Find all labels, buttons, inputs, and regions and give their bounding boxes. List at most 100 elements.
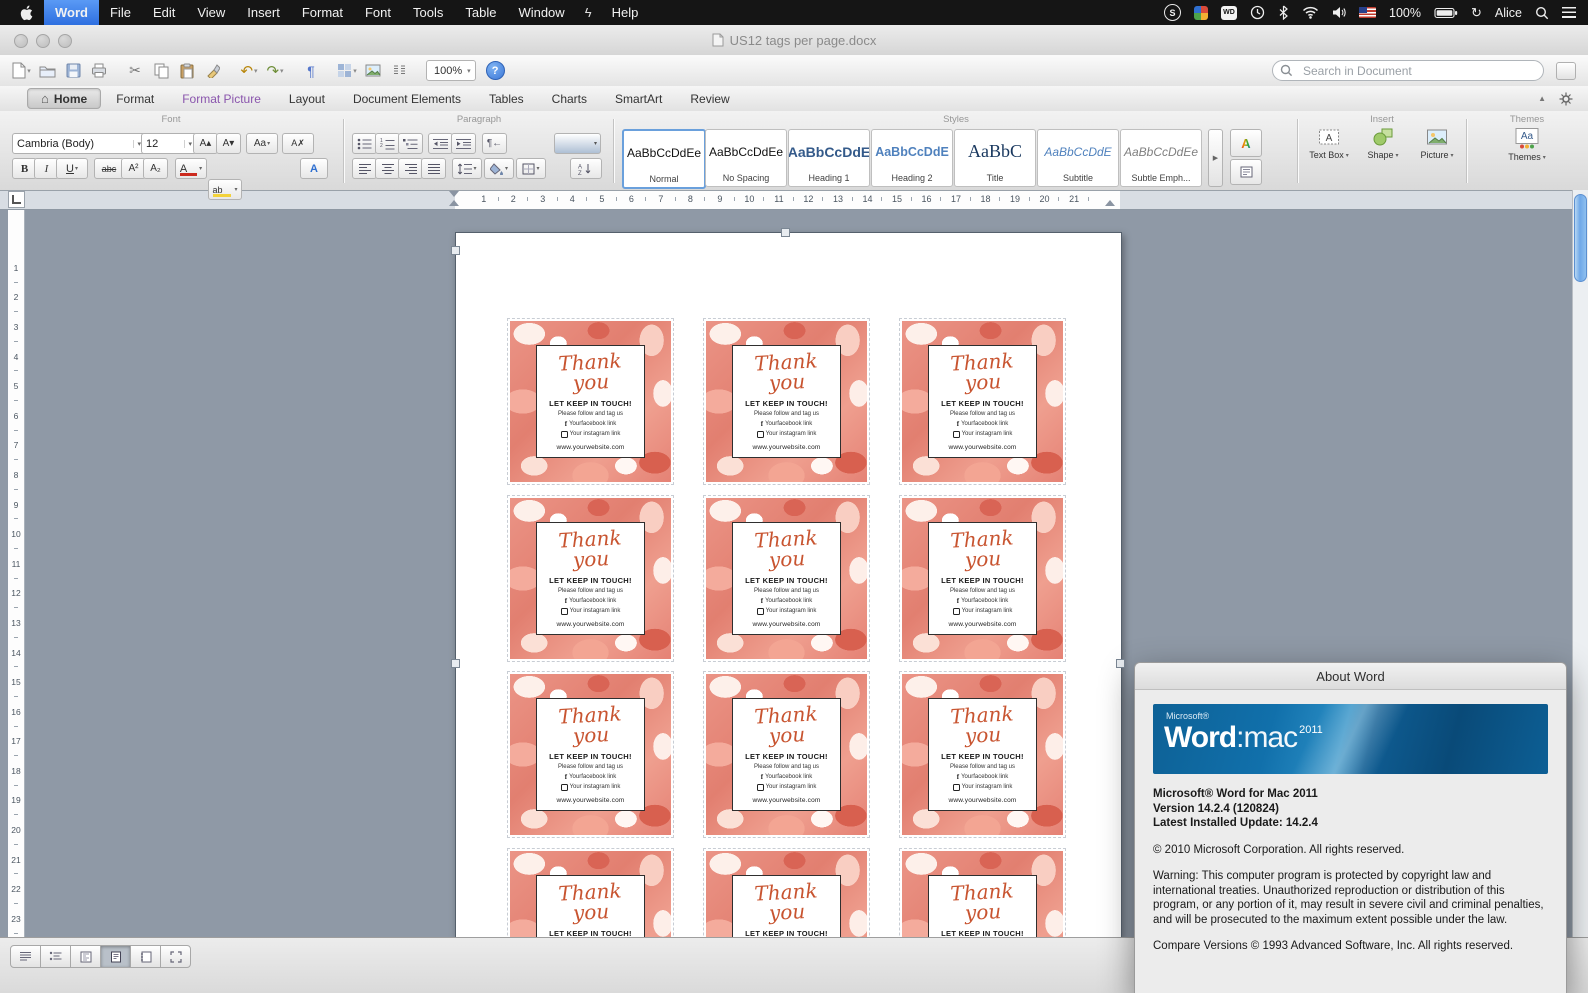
draft-view-button[interactable] [10,945,41,968]
s-app-menu-icon[interactable]: S [1164,4,1182,21]
decrease-indent-button[interactable] [428,133,453,154]
battery-icon[interactable] [1434,7,1458,19]
first-line-indent-marker[interactable] [449,191,459,197]
copy-button[interactable] [149,59,173,83]
bluetooth-menu-icon[interactable] [1278,5,1289,20]
resize-handle-top-left[interactable] [451,246,460,255]
font-color-button[interactable]: ▾ [175,158,207,179]
new-document-button[interactable]: ▾ [9,59,33,83]
wd-app-menu-icon[interactable]: WD [1221,5,1238,20]
style-no-spacing[interactable]: AaBbCcDdEe No Spacing [705,129,787,187]
outline-view-button[interactable] [40,945,71,968]
menu-item-help[interactable]: Help [601,5,650,20]
redo-button[interactable]: ↷ ▾ [263,59,287,83]
zoom-select[interactable]: 100% ▾ [426,60,476,81]
numbering-button[interactable]: 12 [375,133,400,154]
right-indent-marker[interactable] [1105,200,1115,206]
collapse-ribbon-button[interactable]: ▲ [1538,94,1546,103]
open-button[interactable] [35,59,59,83]
document-page[interactable]: Thank you LET KEEP IN TOUCH! Please foll… [455,232,1122,938]
change-case-button[interactable]: ▾ [246,133,278,154]
help-button[interactable]: ? [485,61,505,80]
align-center-button[interactable] [375,158,400,179]
insert-text-box-button[interactable]: A Text Box ▾ [1304,127,1354,185]
scrollbar-thumb[interactable] [1574,194,1587,282]
shading-button[interactable]: ▾ [484,158,514,179]
menu-item[interactable]: View [186,0,236,25]
print-layout-view-button[interactable] [100,945,131,968]
menu-item[interactable]: File [99,0,142,25]
ribbon-tab[interactable]: Format Picture [169,90,274,108]
strikethrough-button[interactable] [94,158,124,179]
subscript-button[interactable] [143,158,168,179]
apple-menu[interactable] [14,5,40,21]
style-subtitle[interactable]: AaBbCcDdE Subtitle [1037,129,1119,187]
user-menu[interactable]: Alice [1495,6,1522,20]
ribbon-tab[interactable]: Review [677,90,742,108]
paste-button[interactable] [175,59,199,83]
style-heading-2[interactable]: AaBbCcDdE Heading 2 [871,129,953,187]
underline-button[interactable]: ▾ [56,158,88,179]
focus-view-button[interactable] [160,945,191,968]
justify-button[interactable] [421,158,446,179]
color-app-menu-icon[interactable] [1194,5,1209,20]
cut-button[interactable]: ✂ [123,59,147,83]
ribbon-tab[interactable]: Charts [539,90,600,108]
menu-item[interactable]: Format [291,0,354,25]
history-menu-icon[interactable] [1250,5,1265,20]
print-button[interactable] [87,59,111,83]
spotlight-search-icon[interactable] [1535,6,1549,20]
notification-center-icon[interactable] [1562,7,1576,18]
ribbon-tab[interactable]: Layout [276,90,338,108]
change-styles-button[interactable]: A [1230,129,1262,157]
increase-indent-button[interactable] [451,133,476,154]
multilevel-list-button[interactable] [398,133,423,154]
tab-stop-selector[interactable] [8,191,25,208]
hanging-indent-marker[interactable] [449,200,459,206]
shrink-font-button[interactable] [216,133,241,154]
borders-button[interactable]: ▾ [516,158,546,179]
undo-button[interactable]: ↶ ▾ [237,59,261,83]
resize-handle-top-center[interactable] [781,228,790,237]
publishing-layout-view-button[interactable] [70,945,101,968]
style-heading-1[interactable]: AaBbCcDdE Heading 1 [788,129,870,187]
insert-picture-button[interactable]: Picture ▾ [1412,127,1462,185]
ribbon-tab[interactable]: Document Elements [340,90,474,108]
clear-formatting-button[interactable] [282,133,314,154]
paragraph-shading-sample[interactable]: ▾ [554,133,601,154]
text-effects-button[interactable] [300,158,328,179]
ribbon-tab[interactable]: Home [27,88,102,109]
insert-shape-button[interactable]: Shape ▾ [1358,127,1408,185]
format-painter-button[interactable] [201,59,225,83]
show-formatting-button[interactable]: ¶ [299,59,323,83]
menu-item[interactable]: Insert [236,0,291,25]
font-size-select[interactable]: 12 ▾ [141,133,197,154]
ribbon-tab[interactable]: Format [103,90,167,108]
menu-item[interactable]: Window [507,0,575,25]
columns-button[interactable] [387,59,411,83]
save-button[interactable] [61,59,85,83]
styles-gallery-next-button[interactable]: ▶ [1208,129,1223,187]
styles-pane-button[interactable] [1230,159,1262,185]
toolbox-button[interactable]: ▾ [335,59,359,83]
toolbar-overflow-button[interactable] [1556,62,1576,80]
menu-item[interactable]: Tools [402,0,454,25]
resize-handle-right-middle[interactable] [1116,659,1125,668]
themes-button[interactable]: Aa Themes ▾ [1488,127,1566,185]
menu-item[interactable]: Edit [142,0,186,25]
line-spacing-button[interactable]: ▾ [452,158,482,179]
dialog-title-bar[interactable]: About Word [1135,663,1566,690]
menu-item[interactable]: Word [44,0,99,25]
wifi-menu-icon[interactable] [1302,6,1319,19]
text-direction-button[interactable]: ¶← [482,133,507,154]
sort-button[interactable]: AZ [570,158,602,179]
script-menu-icon[interactable]: ϟ [576,5,601,20]
ribbon-tab[interactable]: SmartArt [602,90,675,108]
grow-font-button[interactable] [193,133,218,154]
ribbon-tab[interactable]: Tables [476,90,537,108]
ribbon-settings-button[interactable] [1558,91,1574,107]
align-right-button[interactable] [398,158,423,179]
search-input[interactable] [1272,60,1544,81]
style-title[interactable]: AaBbC Title [954,129,1036,187]
notebook-layout-view-button[interactable] [130,945,161,968]
